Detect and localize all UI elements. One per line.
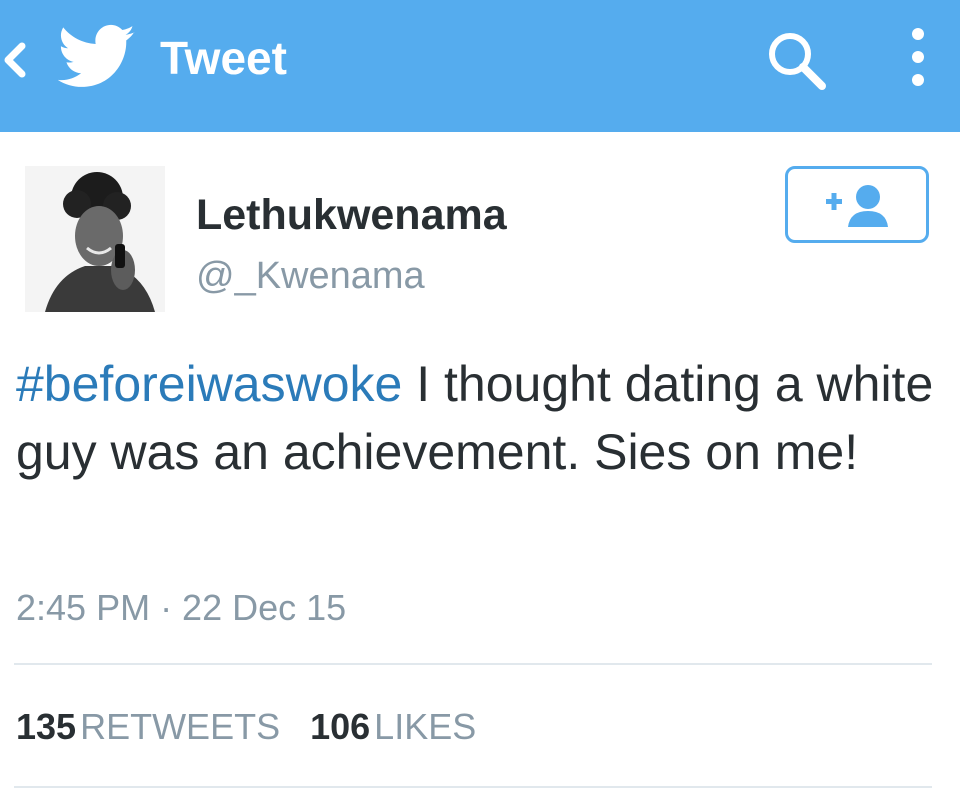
- likes-stat[interactable]: 106 LIKES: [310, 706, 476, 747]
- more-vertical-icon: [912, 28, 924, 86]
- follow-user-icon: [826, 185, 888, 227]
- app-header: Tweet: [0, 0, 960, 132]
- likes-count: 106: [310, 706, 371, 747]
- tweet-text: #beforeiwaswoke I thought dating a white…: [16, 350, 936, 486]
- tweet-timestamp: 2:45 PM · 22 Dec 15: [16, 587, 347, 628]
- tweet-stats: 135 RETWEETS 106 LIKES: [16, 702, 476, 752]
- hashtag-link[interactable]: #beforeiwaswoke: [16, 356, 402, 412]
- retweets-count: 135: [16, 706, 77, 747]
- twitter-bird-icon: [57, 22, 136, 92]
- author-display-name[interactable]: Lethukwenama: [196, 190, 507, 240]
- retweets-stat[interactable]: 135 RETWEETS: [16, 706, 280, 747]
- chevron-left-icon: [4, 42, 26, 78]
- follow-button[interactable]: [785, 166, 929, 243]
- back-button[interactable]: [0, 30, 40, 90]
- avatar[interactable]: [25, 166, 165, 312]
- divider: [14, 663, 932, 665]
- search-button[interactable]: [764, 28, 830, 94]
- search-icon: [769, 33, 826, 90]
- page-title: Tweet: [160, 32, 287, 84]
- retweets-label: RETWEETS: [80, 706, 281, 747]
- overflow-menu-button[interactable]: [898, 24, 938, 94]
- divider: [14, 786, 932, 788]
- author-handle[interactable]: @_Kwenama: [196, 252, 425, 300]
- likes-label: LIKES: [374, 706, 477, 747]
